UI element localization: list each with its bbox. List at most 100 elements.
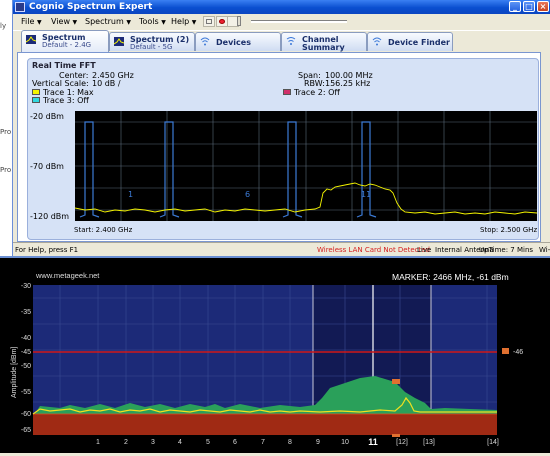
trace1-swatch[interactable]	[32, 89, 40, 95]
status-help: For Help, press F1	[15, 246, 79, 254]
rbw-label: RBW:	[304, 79, 325, 88]
tab-spectrum-2[interactable]: Spectrum (2) Default - 5G	[109, 32, 195, 51]
fft-gridlines	[75, 111, 537, 221]
view-icon	[206, 19, 212, 24]
menu-arrow-icon: ▼	[191, 19, 197, 26]
marker-foot-handle[interactable]	[392, 434, 400, 437]
x-tick-11: 11	[368, 437, 378, 447]
x-tick-14: [14]	[487, 439, 499, 446]
wifi-icon	[200, 37, 210, 46]
channel-masks	[79, 121, 377, 218]
rbw-value: 156.25 kHz	[325, 79, 371, 88]
fft-channel-marker-6: 6	[245, 190, 250, 199]
fft-ytick-bottom: -120 dBm	[30, 212, 70, 221]
fft-start: Start: 2.400 GHz	[74, 226, 133, 234]
y-axis-label: Amplitude [dBm]	[11, 347, 18, 398]
spectrum-icon	[114, 37, 124, 46]
status-live: Live	[417, 246, 432, 254]
x-tick-2: 2	[124, 439, 128, 446]
tab-device-finder-title: Device Finder	[388, 38, 450, 47]
app-icon	[15, 2, 25, 12]
threshold-label: -46	[513, 349, 523, 356]
tab-spectrum[interactable]: Spectrum Default - 2.4G	[21, 30, 109, 52]
finder-icon	[372, 37, 382, 46]
metageek-site: www.metageek.net	[35, 271, 100, 280]
strip-text-3: Pro	[0, 166, 12, 174]
tab-devices-title: Devices	[216, 38, 251, 47]
tab-devices[interactable]: Devices	[195, 32, 281, 51]
x-tick-7: 7	[261, 439, 265, 446]
view-tabs: Spectrum Default - 2.4G Spectrum (2) Def…	[13, 30, 550, 52]
strip-text-1: ly	[0, 22, 7, 30]
x-tick-9: 9	[316, 439, 320, 446]
marker-readout: MARKER: 2466 MHz, -61 dBm	[392, 272, 509, 282]
tab-spectrum-subtitle: Default - 2.4G	[42, 41, 92, 49]
x-tick-1: 1	[96, 439, 100, 446]
maximize-button[interactable]: □	[523, 1, 535, 12]
vscale-value: 10 dB /	[92, 79, 121, 88]
x-tick-3: 3	[151, 439, 155, 446]
y-tick-30: -30	[21, 283, 31, 290]
x-tick-8: 8	[288, 439, 292, 446]
fft-plot[interactable]: 1 6 11	[75, 111, 537, 221]
realtime-fft-box: Real Time FFT Center: 2.450 GHz Span: 10…	[27, 58, 539, 240]
x-tick-13: [13]	[423, 439, 435, 446]
playback-slider[interactable]	[251, 20, 347, 23]
menu-arrow-icon: ▼	[72, 19, 78, 26]
fft-ytick-top: -20 dBm	[30, 112, 64, 121]
record-icon	[219, 19, 225, 24]
y-tick-35: -35	[21, 309, 31, 316]
fft-title: Real Time FFT	[32, 61, 96, 70]
playback-slider-thumb[interactable]	[237, 16, 241, 26]
spectrum-panel: Real Time FFT Center: 2.450 GHz Span: 10…	[17, 52, 541, 242]
menu-arrow-icon: ▼	[161, 19, 166, 26]
y-tick-40: -40	[21, 335, 31, 342]
threshold-handle[interactable]	[502, 348, 509, 354]
fft-ytick-mid: -70 dBm	[30, 162, 64, 171]
fft-channel-marker-1: 1	[128, 190, 133, 199]
tab-spectrum-2-subtitle: Default - 5G	[130, 43, 173, 51]
menu-tools[interactable]: Tools ▼	[139, 17, 166, 26]
y-tick-55: -55	[21, 389, 31, 396]
tab-channel-summary[interactable]: Channel Summary	[281, 32, 367, 52]
y-tick-65: -65	[21, 427, 31, 434]
x-tick-4: 4	[178, 439, 182, 446]
channel-icon	[286, 37, 296, 45]
noise-floor-area	[33, 414, 497, 435]
x-tick-12: [12]	[396, 439, 408, 446]
marker-peak-handle[interactable]	[392, 379, 400, 384]
menu-spectrum[interactable]: Spectrum ▼	[85, 17, 131, 26]
status-uptime: UpTime: 7 Mins	[479, 246, 534, 254]
trace3-label: Trace 3: Off	[43, 96, 89, 105]
menu-arrow-icon: ▼	[36, 19, 42, 26]
menu-arrow-icon: ▼	[126, 19, 131, 26]
vscale-label: Vertical Scale:	[32, 79, 89, 88]
fft-channel-marker-11: 11	[361, 190, 371, 199]
x-tick-5: 5	[206, 439, 210, 446]
x-tick-6: 6	[233, 439, 237, 446]
x-tick-labels: 1 2 3 4 5 6 7 8 9 10 11 [12] [13] [14]	[96, 437, 499, 447]
x-tick-10: 10	[341, 439, 349, 446]
tab-channel-subtitle: Summary	[302, 43, 345, 52]
spectrum-icon	[26, 35, 36, 44]
tab-device-finder[interactable]: Device Finder	[367, 32, 453, 51]
y-tick-60: -60	[21, 411, 31, 418]
fft-stop: Stop: 2.500 GHz	[480, 226, 538, 234]
y-tick-50: -50	[21, 363, 31, 370]
window-title: Cognio Spectrum Expert	[29, 2, 153, 12]
y-tick-45: -45	[21, 349, 31, 356]
metageek-graph[interactable]: www.metageek.net MARKER: 2466 MHz, -61 d…	[0, 256, 550, 453]
y-tick-labels: -30 -35 -40 -45 -50 -55 -60 -65	[21, 283, 31, 434]
menu-bar: File ▼ View ▼ Spectrum ▼ Tools ▼ Help ▼	[13, 14, 550, 31]
trace3-swatch[interactable]	[32, 97, 40, 103]
trace2-swatch[interactable]	[283, 89, 291, 95]
minimize-button[interactable]: _	[509, 1, 521, 12]
strip-text-2: Pro	[0, 128, 12, 136]
menu-help[interactable]: Help ▼	[171, 17, 196, 26]
trace2-label: Trace 2: Off	[294, 88, 340, 97]
menu-view[interactable]: View ▼	[51, 17, 77, 26]
title-bar[interactable]: Cognio Spectrum Expert _ □ ×	[13, 0, 550, 14]
toolbar-view-button[interactable]	[203, 16, 215, 27]
menu-file[interactable]: File ▼	[21, 17, 42, 26]
close-button[interactable]: ×	[537, 1, 549, 12]
